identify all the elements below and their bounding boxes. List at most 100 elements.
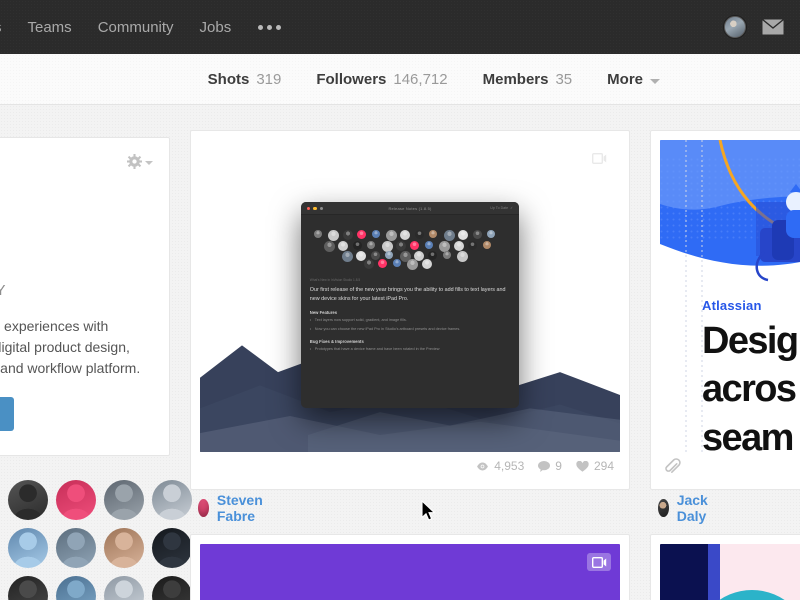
chevron-down-icon [650, 78, 660, 84]
atlassian-illustration [660, 140, 800, 292]
avatar [429, 230, 438, 239]
avatar[interactable] [8, 528, 48, 568]
envelope-icon[interactable] [762, 19, 784, 35]
avatar[interactable] [198, 499, 209, 517]
shot-author-name[interactable]: Steven Fabre [217, 492, 270, 524]
team-settings-menu[interactable] [127, 154, 153, 169]
avatar [367, 241, 376, 250]
dialog-kicker: What's New in InVision Studio 1.8.5 [309, 278, 361, 283]
stat-followers-label: Followers [316, 70, 387, 88]
avatar [342, 230, 353, 241]
avatar [338, 241, 349, 252]
stat-members-value: 35 [555, 70, 573, 88]
nav-right-group [724, 16, 800, 38]
avatar[interactable] [152, 480, 192, 520]
avatar-grid [0, 480, 192, 600]
stat-members-label: Members [482, 70, 549, 88]
avatar[interactable] [104, 480, 144, 520]
avatar [482, 241, 491, 250]
avatar [395, 241, 406, 252]
nav-link-community[interactable]: Community [85, 19, 187, 36]
atlassian-headline-line2: acros [702, 368, 797, 411]
shot-author-name[interactable]: Jack Daly [677, 492, 715, 524]
navy-pink-artwork [660, 544, 800, 600]
shot-thumbnail[interactable] [200, 544, 620, 600]
shot-atlassian-design[interactable]: Atlassian Desig acros seam [650, 130, 800, 490]
dialog-section-bug-fixes: Bug Fixes & Improvements [309, 338, 364, 344]
video-badge-icon [587, 553, 611, 571]
avatar[interactable] [658, 499, 669, 517]
shot-thumbnail[interactable]: Release Notes (1.8.5) Up To Date ✓ What'… [200, 140, 620, 452]
video-badge-icon [587, 149, 611, 167]
avatar[interactable] [104, 528, 144, 568]
shot-purple[interactable] [190, 534, 630, 600]
avatar[interactable] [56, 576, 96, 600]
avatar [341, 251, 353, 263]
shot-attachment-row [660, 452, 800, 480]
nav-link-truncated[interactable]: s [0, 19, 15, 36]
avatar[interactable] [104, 576, 144, 600]
avatar [443, 230, 455, 242]
heart-icon [576, 460, 589, 472]
dialog-section-new-features: New Features [309, 310, 338, 316]
nav-links: s Teams Community Jobs [0, 19, 295, 36]
gear-icon [127, 154, 142, 169]
avatar [486, 230, 495, 239]
shot-thumbnail[interactable] [660, 544, 800, 600]
nav-link-jobs[interactable]: Jobs [187, 19, 245, 36]
avatar [313, 230, 322, 239]
avatar [472, 230, 482, 240]
nav-more-dots-icon[interactable] [244, 24, 295, 30]
avatar [352, 241, 362, 251]
shot-invision-release-notes[interactable]: Release Notes (1.8.5) Up To Date ✓ What'… [190, 130, 630, 490]
team-location: New York, NY [0, 282, 6, 299]
shot-likes: 294 [576, 459, 614, 473]
team-profile-card: n InVision New York, NY Craft beautiful … [0, 137, 170, 456]
stat-followers[interactable]: Followers 146,712 [316, 71, 447, 88]
paperclip-icon [665, 457, 681, 473]
stat-shots[interactable]: Shots 319 [208, 71, 282, 88]
dialog-bullet: Now you can choose the new iPad Pro in S… [310, 327, 510, 333]
avatar [458, 230, 469, 241]
shot-thumbnail[interactable]: Atlassian Desig acros seam [660, 140, 800, 452]
purple-artwork [200, 544, 620, 600]
shot-author-row: Jack Daly [650, 492, 715, 524]
shot-comments: 9 [538, 459, 562, 473]
dialog-bullet: Text layers now support solid, gradient,… [310, 318, 510, 324]
avatar [378, 259, 388, 269]
avatar [363, 259, 374, 270]
team-description: Craft beautiful experiences with InVisio… [0, 318, 141, 376]
avatar [414, 230, 424, 240]
avatar [323, 241, 335, 253]
atlassian-copy: Atlassian Desig acros seam [660, 292, 800, 452]
avatar[interactable] [56, 528, 96, 568]
comment-icon [538, 460, 551, 472]
release-notes-dialog: Release Notes (1.8.5) Up To Date ✓ What'… [300, 202, 520, 409]
avatar [410, 241, 420, 251]
avatar [468, 241, 478, 251]
stat-shots-value: 319 [256, 70, 282, 88]
shot-comments-count: 9 [555, 459, 562, 473]
shot-likes-count: 294 [593, 459, 614, 473]
dialog-title: Release Notes (1.8.5) [388, 205, 432, 211]
user-avatar[interactable] [724, 16, 746, 38]
following-button[interactable]: Following [0, 397, 15, 431]
avatar[interactable] [8, 576, 48, 600]
avatar [407, 259, 419, 271]
shot-views: 4,953 [476, 459, 524, 473]
shot-navy-pink[interactable] [650, 534, 800, 600]
nav-link-teams[interactable]: Teams [15, 19, 85, 36]
dialog-lead-text: Our first release of the new year brings… [309, 287, 506, 302]
stat-shots-label: Shots [207, 70, 250, 88]
stat-members[interactable]: Members 35 [483, 71, 573, 88]
atlassian-headline-line1: Desig [702, 320, 799, 362]
illustration-person-at-desk [660, 140, 800, 282]
avatar [385, 230, 397, 242]
stat-more-dropdown[interactable]: More [607, 71, 660, 88]
avatar[interactable] [56, 480, 96, 520]
avatar [385, 251, 394, 260]
dialog-bullet: Prototypes that have a device frame and … [310, 347, 510, 353]
avatar[interactable] [152, 576, 192, 600]
avatar[interactable] [8, 480, 48, 520]
avatar[interactable] [152, 528, 192, 568]
